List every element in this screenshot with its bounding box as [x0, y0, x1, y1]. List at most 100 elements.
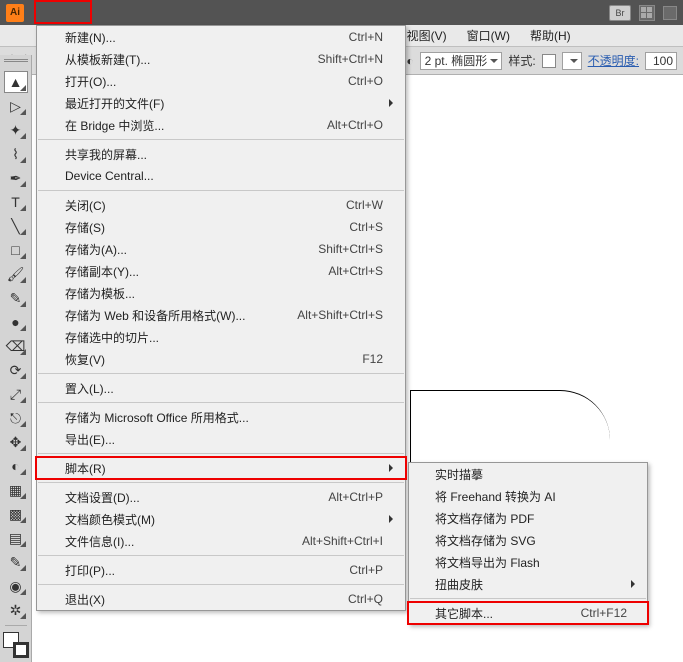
tool-gradient[interactable]: ▤: [4, 527, 28, 549]
tool-type[interactable]: T: [4, 191, 28, 213]
tool-line[interactable]: ╲: [4, 215, 28, 237]
tool-free-transform[interactable]: ✥: [4, 431, 28, 453]
menu-item-label: 文档颜色模式(M): [65, 511, 383, 528]
submenu-item[interactable]: 其它脚本...Ctrl+F12: [409, 602, 647, 624]
menu-item[interactable]: 打印(P)...Ctrl+P: [37, 559, 405, 581]
tool-mesh[interactable]: ▩: [4, 503, 28, 525]
menu-item[interactable]: 导出(E)...: [37, 428, 405, 450]
submenu-arrow-icon: [389, 99, 397, 107]
menu-item[interactable]: 存储副本(Y)...Alt+Ctrl+S: [37, 260, 405, 282]
menu-separator: [38, 453, 404, 454]
tool-eraser[interactable]: ⌫: [4, 335, 28, 357]
submenu-item-label: 将文档导出为 Flash: [435, 554, 627, 571]
menu-item-label: 共享我的屏幕...: [65, 146, 383, 163]
menu-item-label: 文件信息(I)...: [65, 533, 302, 550]
submenu-arrow-icon: [389, 515, 397, 523]
style-label: 样式:: [508, 52, 535, 69]
menu-separator: [38, 190, 404, 191]
menu-item[interactable]: 恢复(V)F12: [37, 348, 405, 370]
tool-rotate[interactable]: ⟳: [4, 359, 28, 381]
submenu-item[interactable]: 实时描摹: [409, 463, 647, 485]
tool-paintbrush[interactable]: 🖌: [4, 263, 28, 285]
tool-scale[interactable]: ⤢: [4, 383, 28, 405]
submenu-item[interactable]: 将 Freehand 转换为 AI: [409, 485, 647, 507]
style-swatch[interactable]: [542, 54, 556, 68]
tool-blend[interactable]: ◉: [4, 575, 28, 597]
tool-pencil[interactable]: ✎: [4, 287, 28, 309]
menu-item-label: 脚本(R): [65, 460, 383, 477]
menu-item-label: 退出(X): [65, 591, 348, 608]
opacity-label[interactable]: 不透明度:: [588, 52, 639, 69]
submenu-item[interactable]: 将文档导出为 Flash: [409, 551, 647, 573]
menu-item[interactable]: 关闭(C)Ctrl+W: [37, 194, 405, 216]
submenu-item-label: 实时描摹: [435, 466, 627, 483]
toolbox-grip[interactable]: [4, 59, 28, 65]
script-submenu: 实时描摹将 Freehand 转换为 AI将文档存储为 PDF将文档存储为 SV…: [408, 462, 648, 625]
menu-item[interactable]: 存储为模板...: [37, 282, 405, 304]
tool-shape-builder[interactable]: ◐: [4, 455, 28, 477]
tool-lasso[interactable]: ⌇: [4, 143, 28, 165]
tool-selection[interactable]: ▲: [4, 71, 28, 93]
menu-item[interactable]: 文件信息(I)...Alt+Shift+Ctrl+I: [37, 530, 405, 552]
tool-symbol-sprayer[interactable]: ✲: [4, 599, 28, 621]
menu-item[interactable]: 在 Bridge 中浏览...Alt+Ctrl+O: [37, 114, 405, 136]
menu-window[interactable]: 窗口(W): [457, 25, 520, 46]
menu-item-shortcut: Shift+Ctrl+S: [318, 242, 383, 256]
menu-item-label: 新建(N)...: [65, 29, 349, 46]
app-title-bar: Ai Br: [0, 0, 683, 25]
ai-logo-icon: Ai: [6, 4, 24, 22]
tool-direct-select[interactable]: ▷: [4, 95, 28, 117]
menu-item[interactable]: 打开(O)...Ctrl+O: [37, 70, 405, 92]
menu-item[interactable]: 共享我的屏幕...: [37, 143, 405, 165]
menu-item-label: 存储(S): [65, 219, 349, 236]
submenu-item[interactable]: 将文档存储为 SVG: [409, 529, 647, 551]
menu-item[interactable]: 置入(L)...: [37, 377, 405, 399]
screen-mode-icon[interactable]: [663, 6, 677, 20]
tool-magic-wand[interactable]: ✦: [4, 119, 28, 141]
menu-item-shortcut: Ctrl+S: [349, 220, 383, 234]
submenu-item-label: 扭曲皮肤: [435, 576, 627, 593]
menu-item[interactable]: 脚本(R): [37, 457, 405, 479]
menu-item-label: 存储为模板...: [65, 285, 383, 302]
tool-width[interactable]: ⎋: [4, 407, 28, 429]
submenu-item[interactable]: 将文档存储为 PDF: [409, 507, 647, 529]
menu-item[interactable]: 最近打开的文件(F): [37, 92, 405, 114]
menu-separator: [38, 139, 404, 140]
menu-item-label: 存储为 Web 和设备所用格式(W)...: [65, 307, 297, 324]
menu-item[interactable]: Device Central...: [37, 165, 405, 187]
tool-blob[interactable]: ●: [4, 311, 28, 333]
fill-stroke-control[interactable]: [3, 632, 29, 658]
tool-perspective[interactable]: ▦: [4, 479, 28, 501]
menu-item-label: 置入(L)...: [65, 380, 383, 397]
menu-item[interactable]: 退出(X)Ctrl+Q: [37, 588, 405, 610]
toolbox: ▲▷✦⌇✒T╲□🖌✎●⌫⟳⤢⎋✥◐▦▩▤✎◉✲: [0, 55, 32, 662]
style-dropdown[interactable]: [562, 52, 582, 70]
menu-item-shortcut: F12: [362, 352, 383, 366]
menu-item[interactable]: 存储为 Microsoft Office 所用格式...: [37, 406, 405, 428]
menu-item[interactable]: 存储(S)Ctrl+S: [37, 216, 405, 238]
submenu-item[interactable]: 扭曲皮肤: [409, 573, 647, 595]
bridge-badge[interactable]: Br: [609, 5, 631, 21]
menu-item[interactable]: 从模板新建(T)...Shift+Ctrl+N: [37, 48, 405, 70]
tool-rectangle[interactable]: □: [4, 239, 28, 261]
menu-item-label: 在 Bridge 中浏览...: [65, 117, 327, 134]
menu-item[interactable]: 存储为 Web 和设备所用格式(W)...Alt+Shift+Ctrl+S: [37, 304, 405, 326]
opacity-value[interactable]: 100: [645, 52, 677, 70]
tool-eyedropper[interactable]: ✎: [4, 551, 28, 573]
menu-help[interactable]: 帮助(H): [520, 25, 581, 46]
menu-item[interactable]: 新建(N)...Ctrl+N: [37, 26, 405, 48]
arrange-docs-icon[interactable]: [639, 5, 655, 21]
menu-item[interactable]: 文档颜色模式(M): [37, 508, 405, 530]
menu-item[interactable]: 存储选中的切片...: [37, 326, 405, 348]
tool-pen[interactable]: ✒: [4, 167, 28, 189]
menu-item-label: 最近打开的文件(F): [65, 95, 383, 112]
file-menu-dropdown: 新建(N)...Ctrl+N从模板新建(T)...Shift+Ctrl+N打开(…: [36, 25, 406, 611]
menu-item-shortcut: Ctrl+P: [349, 563, 383, 577]
stroke-profile-dropdown[interactable]: 2 pt. 椭圆形: [420, 52, 503, 70]
menu-separator: [38, 555, 404, 556]
menu-item-label: 关闭(C): [65, 197, 346, 214]
menu-item[interactable]: 文档设置(D)...Alt+Ctrl+P: [37, 486, 405, 508]
menu-separator: [38, 402, 404, 403]
menu-item[interactable]: 存储为(A)...Shift+Ctrl+S: [37, 238, 405, 260]
menu-item-shortcut: Ctrl+Q: [348, 592, 383, 606]
